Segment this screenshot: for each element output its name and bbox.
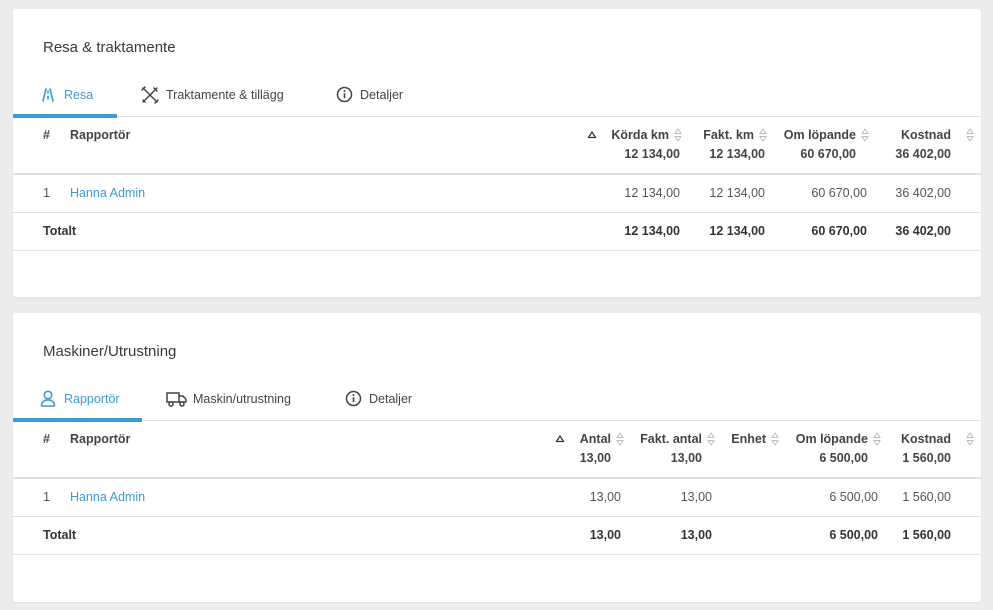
sort-icon[interactable] [861, 128, 869, 142]
total-fakt-antal: 13,00 [680, 528, 712, 542]
fakt-antal-value: 13,00 [680, 490, 712, 504]
table-header: # Rapportör Körda km 12 134,00 Fakt. km … [13, 117, 981, 175]
tab-bar: Rapportör Maskin/utrustning Detaljer [13, 376, 981, 422]
om-lopande-value: 60 670,00 [811, 186, 867, 200]
col-num-header: # [43, 432, 50, 446]
total-om-lopande: 6 500,00 [829, 528, 878, 542]
cost-value: 1 560,00 [902, 490, 951, 504]
total-cost: 36 402,00 [895, 224, 951, 238]
col-antal-total: 13,00 [579, 451, 611, 465]
truck-icon [165, 389, 187, 409]
tab-label: Detaljer [360, 87, 404, 102]
sort-icon[interactable] [707, 432, 715, 446]
sort-icon[interactable] [674, 128, 682, 142]
tab-detaljer[interactable]: Detaljer [334, 72, 403, 117]
tab-label: Detaljer [369, 391, 413, 406]
col-fakt-antal-total: 13,00 [670, 451, 702, 465]
col-om-lopande-total: 6 500,00 [819, 451, 868, 465]
tab-resa[interactable]: Resa [13, 72, 117, 118]
sort-icon[interactable] [873, 432, 881, 446]
col-om-lopande-header[interactable]: Om löpande [796, 432, 868, 446]
tab-maskin-utrustning[interactable]: Maskin/utrustning [165, 376, 291, 421]
col-cost-header[interactable]: Kostnad [901, 432, 951, 446]
row-num: 1 [43, 186, 50, 200]
user-icon [38, 389, 58, 409]
total-om-lopande: 60 670,00 [811, 224, 867, 238]
om-lopande-value: 6 500,00 [829, 490, 878, 504]
col-om-lopande-header[interactable]: Om löpande [784, 128, 856, 142]
col-billed-km-header[interactable]: Fakt. km [703, 128, 754, 142]
driven-km-value: 12 134,00 [624, 186, 680, 200]
road-icon [38, 85, 58, 105]
col-enhet-header[interactable]: Enhet [731, 432, 766, 446]
maskiner-utrustning-card: Maskiner/Utrustning Rapportör Maskin/utr… [13, 313, 981, 602]
col-antal-header[interactable]: Antal [580, 432, 611, 446]
col-reporter-header[interactable]: Rapportör [70, 128, 130, 142]
tab-label: Traktamente & tillägg [166, 87, 284, 102]
tab-detaljer[interactable]: Detaljer [343, 376, 412, 421]
tab-label: Maskin/utrustning [193, 391, 291, 406]
total-antal: 13,00 [589, 528, 621, 542]
tab-bar: Resa Traktamente & tillägg Detaljer [13, 72, 981, 118]
info-icon [343, 389, 363, 409]
tools-icon [140, 85, 160, 105]
tab-label: Rapportör [64, 391, 120, 406]
card-title: Maskiner/Utrustning [43, 343, 177, 360]
col-om-lopande-total: 60 670,00 [800, 147, 856, 161]
sort-asc-icon[interactable] [555, 431, 565, 443]
row-num: 1 [43, 490, 50, 504]
col-reporter-header[interactable]: Rapportör [70, 432, 130, 446]
antal-value: 13,00 [589, 490, 621, 504]
total-driven-km: 12 134,00 [624, 224, 680, 238]
table-total-row: Totalt 12 134,00 12 134,00 60 670,00 36 … [13, 213, 981, 251]
total-label: Totalt [43, 224, 77, 238]
card-title: Resa & traktamente [43, 39, 176, 56]
reporter-link[interactable]: Hanna Admin [70, 186, 145, 200]
reporter-link[interactable]: Hanna Admin [70, 490, 145, 504]
sort-icon[interactable] [771, 432, 779, 446]
total-label: Totalt [43, 528, 77, 542]
sort-icon[interactable] [759, 128, 767, 142]
col-cost-total: 36 402,00 [895, 147, 951, 161]
col-billed-km-total: 12 134,00 [709, 147, 765, 161]
table-total-row: Totalt 13,00 13,00 6 500,00 1 560,00 [13, 517, 981, 555]
info-icon [334, 85, 354, 105]
col-cost-header[interactable]: Kostnad [901, 128, 951, 142]
col-driven-km-header[interactable]: Körda km [611, 128, 669, 142]
sort-icon[interactable] [966, 128, 974, 142]
table-row: 1 Hanna Admin 12 134,00 12 134,00 60 670… [13, 175, 981, 213]
col-num-header: # [43, 128, 50, 142]
tab-rapportor[interactable]: Rapportör [13, 376, 142, 422]
total-cost: 1 560,00 [902, 528, 951, 542]
col-fakt-antal-header[interactable]: Fakt. antal [640, 432, 702, 446]
billed-km-value: 12 134,00 [709, 186, 765, 200]
col-cost-total: 1 560,00 [902, 451, 951, 465]
tab-traktamente[interactable]: Traktamente & tillägg [140, 72, 284, 117]
sort-icon[interactable] [966, 432, 974, 446]
sort-asc-icon[interactable] [587, 127, 597, 139]
table-row: 1 Hanna Admin 13,00 13,00 6 500,00 1 560… [13, 479, 981, 517]
table-header: # Rapportör Antal 13,00 Fakt. antal 13,0… [13, 421, 981, 479]
cost-value: 36 402,00 [895, 186, 951, 200]
tab-label: Resa [64, 87, 94, 102]
resa-traktamente-card: Resa & traktamente Resa Traktamente & ti… [13, 9, 981, 297]
col-driven-km-total: 12 134,00 [624, 147, 680, 161]
total-billed-km: 12 134,00 [709, 224, 765, 238]
sort-icon[interactable] [616, 432, 624, 446]
